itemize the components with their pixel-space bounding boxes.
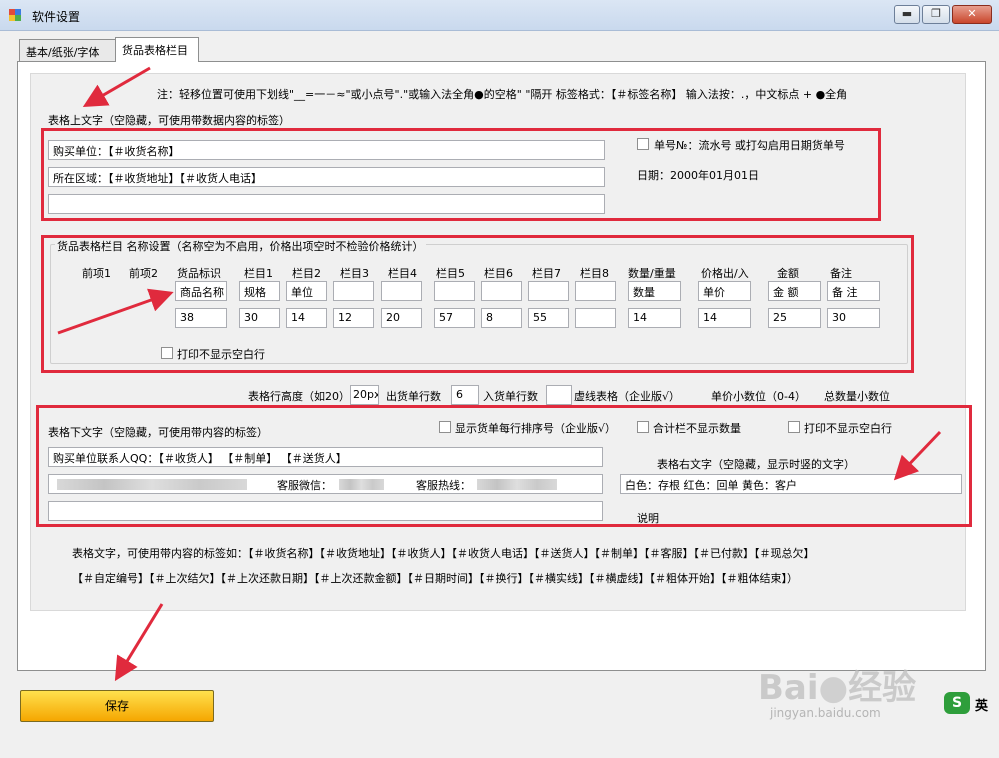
header-col4: 栏目4 [388,267,417,280]
watermark-brand: Bai●经验 [758,660,916,709]
name-input-remark[interactable]: 备 注 [827,281,880,301]
tab-goods-columns[interactable]: 货品表格栏目 [115,37,199,62]
blurred-region [57,479,247,490]
name-input-col7[interactable] [528,281,569,301]
out-rows-input[interactable]: 6 [451,385,479,405]
show-row-no-label: 显示货单每行排序号（企业版√） [455,422,617,435]
width-input-col7[interactable]: 55 [528,308,569,328]
width-input-col3[interactable]: 12 [333,308,374,328]
width-input-col6[interactable]: 8 [481,308,522,328]
name-input-price[interactable]: 单价 [698,281,751,301]
unit-decimal-label: 单价小数位（0-4） [711,390,806,403]
name-input-col8[interactable] [575,281,616,301]
name-input-col3[interactable] [333,281,374,301]
minimize-button[interactable]: ▬ [894,5,920,24]
hotline-label: 客服热线： [416,479,471,492]
wechat-label: 客服微信： [277,479,332,492]
tab-basic[interactable]: 基本/纸张/字体 [19,39,117,61]
columns-group-title: 货品表格栏目 名称设置（名称空为不启用，价格出项空时不检验价格统计） [55,238,426,254]
header-front2: 前项2 [129,267,158,280]
note-text: 注：轻移位置可使用下划线"__=一－≈"或小点号"."或输入法全角●的空格" "… [157,88,848,101]
top-section-title: 表格上文字（空隐藏，可使用带数据内容的标签） [48,114,290,127]
name-input-col4[interactable] [381,281,422,301]
date-label: 日期：2000年01月01日 [637,169,759,182]
paw-icon: ● [818,668,849,708]
columns-hide-blank-label: 打印不显示空白行 [177,348,265,361]
top-text-line1[interactable]: 购买单位：【＃收货名称】 [48,140,605,160]
header-col2: 栏目2 [292,267,321,280]
window-title: 软件设置 [32,10,81,24]
blurred-region [477,479,557,490]
width-input-price[interactable]: 14 [698,308,751,328]
tags-hint-line2: 【＃自定编号】【＃上次结欠】【＃上次还款日期】【＃上次还款金额】【＃日期时间】【… [72,572,798,585]
header-col5: 栏目5 [436,267,465,280]
header-amount: 金额 [777,267,799,280]
header-front1: 前项1 [82,267,111,280]
row-height-input[interactable]: 20px [350,385,379,405]
row-height-label: 表格行高度（如20） [248,390,350,403]
total-decimal-label: 总数量小数位 [824,390,890,403]
width-input-quantity[interactable]: 14 [628,308,681,328]
out-rows-label: 出货单行数 [386,390,441,403]
width-input-amount[interactable]: 25 [768,308,821,328]
watermark-brand-text: Bai [758,668,819,708]
bottom-section-title: 表格下文字（空隐藏，可使用带内容的标签） [48,426,268,439]
show-row-no-checkbox[interactable] [439,421,451,433]
header-col3: 栏目3 [340,267,369,280]
right-text-title: 表格右文字（空隐藏，显示时竖的文字） [657,458,855,471]
hide-total-qty-checkbox[interactable] [637,421,649,433]
header-quantity: 数量/重量 [628,267,676,280]
bottom-text-line2[interactable]: 客服微信： 客服热线： [48,474,603,494]
in-rows-input[interactable] [546,385,572,405]
order-no-checkbox[interactable] [637,138,649,150]
header-remark: 备注 [830,267,852,280]
in-rows-label: 入货单行数 [483,390,538,403]
watermark-url: jingyan.baidu.com [770,706,881,720]
width-input-goods-id[interactable]: 38 [175,308,227,328]
ime-lang-label[interactable]: 英 [975,695,988,714]
width-input-col1[interactable]: 30 [239,308,280,328]
name-input-col2[interactable]: 单位 [286,281,327,301]
dashed-table-label: 虚线表格（企业版√） [574,390,681,403]
header-price: 价格出/入 [701,267,749,280]
title-bar[interactable]: 软件设置 ▬ ❐ ✕ [0,0,999,31]
maximize-button[interactable]: ❐ [922,5,950,24]
header-col6: 栏目6 [484,267,513,280]
width-input-col2[interactable]: 14 [286,308,327,328]
right-text-input[interactable]: 白色：存根 红色：回单 黄色：客户 [620,474,962,494]
close-button[interactable]: ✕ [952,5,992,24]
name-input-col6[interactable] [481,281,522,301]
top-text-line2[interactable]: 所在区域：【＃收货地址】【＃收货人电话】 [48,167,605,187]
name-input-goods-id[interactable]: 商品名称 [175,281,227,301]
name-input-amount[interactable]: 金 额 [768,281,821,301]
width-input-remark[interactable]: 30 [827,308,880,328]
explain-label: 说明 [637,512,659,525]
order-no-label: 单号№：流水号 或打勾启用日期货单号 [654,139,845,152]
header-col7: 栏目7 [532,267,561,280]
width-input-col5[interactable]: 57 [434,308,475,328]
header-col1: 栏目1 [244,267,273,280]
bottom-hide-blank-checkbox[interactable] [788,421,800,433]
blurred-region [339,479,384,490]
header-goods-id: 货品标识 [177,267,221,280]
app-icon [9,9,21,21]
columns-hide-blank-checkbox[interactable] [161,347,173,359]
ime-badge-icon[interactable]: S [944,692,970,714]
name-input-col1[interactable]: 规格 [239,281,280,301]
name-input-col5[interactable] [434,281,475,301]
name-input-quantity[interactable]: 数量 [628,281,681,301]
bottom-text-line1[interactable]: 购买单位联系人QQ：【＃收货人】 【＃制单】 【＃送货人】 [48,447,603,467]
tags-hint-line1: 表格文字，可使用带内容的标签如：【＃收货名称】【＃收货地址】【＃收货人】【＃收货… [72,547,815,560]
width-input-col8[interactable] [575,308,616,328]
top-text-line3[interactable] [48,194,605,214]
width-input-col4[interactable]: 20 [381,308,422,328]
watermark-brand-tail: 经验 [848,668,917,708]
header-col8: 栏目8 [580,267,609,280]
bottom-text-line3[interactable] [48,501,603,521]
bottom-hide-blank-label: 打印不显示空白行 [804,422,892,435]
save-button[interactable]: 保存 [20,690,214,722]
hide-total-qty-label: 合计栏不显示数量 [653,422,741,435]
